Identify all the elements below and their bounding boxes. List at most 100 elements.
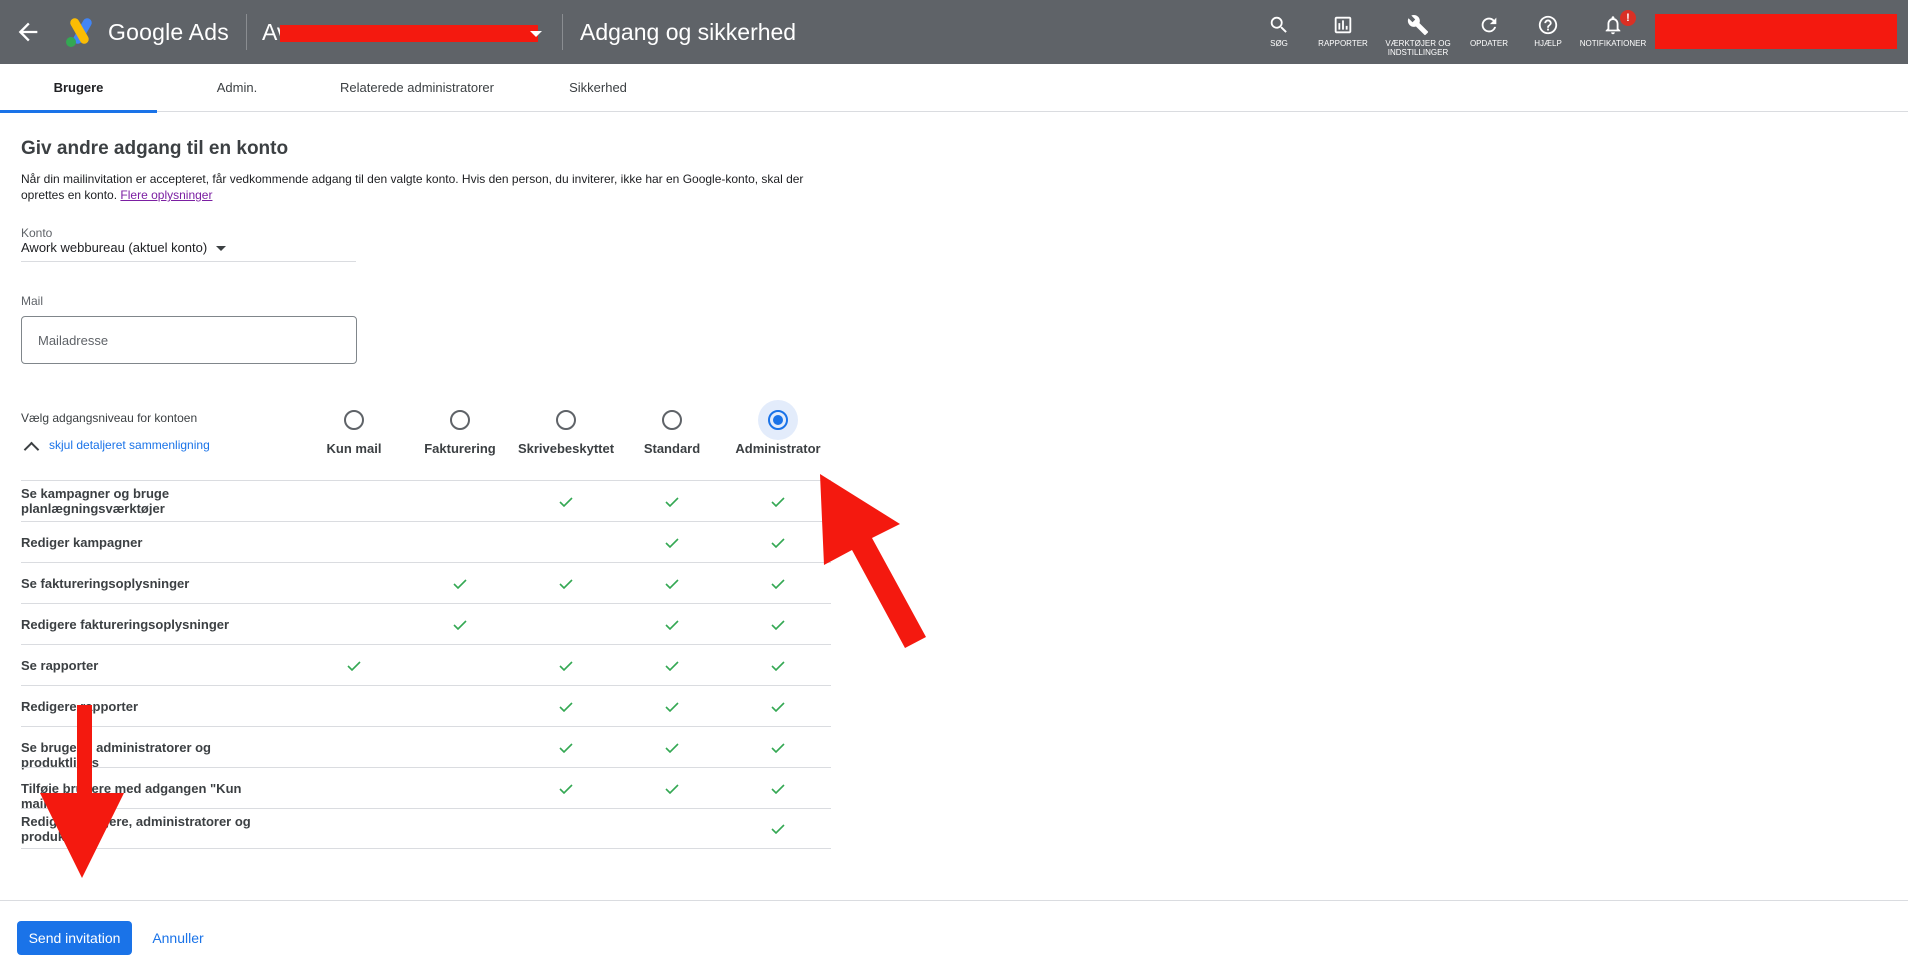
redacted-profile[interactable] — [1655, 14, 1897, 49]
check-icon — [771, 702, 785, 712]
permission-row: Redigere brugere, administratorer og pro… — [21, 808, 831, 848]
radio-read-only[interactable] — [556, 410, 576, 430]
permission-row: Se kampagner og bruge planlægningsværktø… — [21, 480, 831, 521]
help-icon — [1538, 15, 1558, 35]
more-info-link[interactable]: Flere oplysninger — [120, 188, 212, 202]
header-divider — [562, 14, 563, 50]
permission-label: Se faktureringsoplysninger — [21, 576, 190, 591]
check-icon — [771, 743, 785, 753]
notifications-button[interactable]: NOTIFIKATIONER ! — [1578, 10, 1648, 48]
check-icon — [771, 620, 785, 630]
radio-email-only[interactable] — [344, 410, 364, 430]
cancel-button[interactable]: Annuller — [140, 921, 216, 955]
google-ads-logo-icon — [66, 18, 92, 47]
check-icon — [559, 497, 573, 507]
permission-row: Redigere faktureringsoplysninger — [21, 603, 831, 644]
permission-row: Tilføje brugere med adgangen "Kun mail" — [21, 767, 831, 811]
permission-row: Redigere rapporter — [21, 685, 831, 726]
check-icon — [559, 784, 573, 794]
send-invitation-button[interactable]: Send invitation — [17, 921, 132, 955]
reports-icon — [1334, 16, 1352, 34]
wrench-icon — [1407, 15, 1429, 36]
check-icon — [771, 579, 785, 589]
radio-billing[interactable] — [450, 410, 470, 430]
tab-label: Sikkerhed — [569, 80, 627, 95]
comparison-toggle[interactable]: skjul detaljeret sammenligning — [21, 438, 210, 458]
footer-divider — [0, 900, 1908, 901]
check-icon — [665, 538, 679, 548]
check-icon — [559, 702, 573, 712]
check-icon — [771, 497, 785, 507]
radio-admin[interactable] — [768, 410, 788, 430]
reports-label: RAPPORTER — [1318, 39, 1368, 48]
check-icon — [453, 620, 467, 630]
dropdown-caret-icon — [530, 31, 542, 37]
check-icon — [771, 824, 785, 834]
check-icon — [559, 743, 573, 753]
check-icon — [665, 702, 679, 712]
permission-label: Redigere faktureringsoplysninger — [21, 617, 230, 632]
account-select[interactable]: Awork webbureau (aktuel konto) — [21, 240, 356, 262]
permission-row: Rediger kampagner — [21, 521, 831, 562]
section-heading: Giv andre adgang til en konto — [21, 138, 289, 159]
mail-label: Mail — [21, 294, 44, 308]
search-icon — [1270, 16, 1287, 33]
active-tab-indicator — [0, 110, 157, 113]
access-level-label-standard: Standard — [643, 441, 701, 456]
reports-button[interactable]: RAPPORTER — [1308, 10, 1378, 48]
check-icon — [665, 661, 679, 671]
tab-security[interactable]: Sikkerhed — [517, 64, 679, 112]
permission-row: Se brugere, administratorer og produktli… — [21, 726, 831, 770]
check-icon — [771, 784, 785, 794]
permission-label: Tilføje brugere med adgangen "Kun mail" — [21, 781, 242, 811]
permission-label: Redigere rapporter — [21, 699, 139, 714]
email-field[interactable] — [21, 316, 357, 364]
notification-badge: ! — [1620, 10, 1636, 26]
tab-label: Admin. — [216, 80, 258, 95]
help-button[interactable]: HJÆLP — [1513, 10, 1583, 48]
check-icon — [665, 743, 679, 753]
check-icon — [453, 579, 467, 589]
permission-row: Se faktureringsoplysninger — [21, 562, 831, 603]
search-button[interactable]: SØG — [1244, 10, 1314, 48]
tab-bar: Brugere Admin. Relaterede administratore… — [0, 64, 1908, 113]
tab-related-admins[interactable]: Relaterede administratorer — [317, 64, 517, 112]
access-level-label-email-only: Kun mail — [326, 441, 382, 456]
permission-label: Se kampagner og bruge planlægningsværktø… — [21, 486, 170, 516]
tools-settings-button[interactable]: VÆRKTØJER OG INDSTILLINGER — [1383, 10, 1453, 57]
header-divider — [246, 14, 247, 50]
account-label: Konto — [21, 226, 53, 240]
chevron-up-icon — [23, 441, 40, 458]
table-divider — [21, 848, 831, 849]
search-label: SØG — [1270, 39, 1288, 48]
check-icon — [771, 661, 785, 671]
page-title: Adgang og sikkerhed — [580, 19, 797, 45]
redacted-account-name — [280, 25, 538, 42]
brand-name: Google Ads — [108, 19, 229, 45]
account-switcher[interactable]: Av — [262, 19, 552, 49]
back-arrow-icon[interactable] — [14, 18, 42, 46]
permission-row: Se rapporter — [21, 644, 831, 685]
refresh-icon — [1481, 17, 1497, 33]
permission-label: Redigere brugere, administratorer og pro… — [21, 814, 251, 844]
access-level-label: Vælg adgangsniveau for kontoen — [21, 411, 198, 425]
annotation-arrow-up — [820, 474, 926, 648]
radio-standard[interactable] — [662, 410, 682, 430]
help-label: HJÆLP — [1534, 39, 1562, 48]
permission-label: Rediger kampagner — [21, 535, 143, 550]
tools-settings-label: VÆRKTØJER OG INDSTILLINGER — [1385, 39, 1451, 57]
tab-label: Relaterede administratorer — [340, 80, 494, 95]
tab-admin[interactable]: Admin. — [157, 64, 317, 112]
dropdown-caret-icon — [216, 246, 226, 251]
permission-label: Se rapporter — [21, 658, 99, 673]
tab-users[interactable]: Brugere — [0, 64, 157, 113]
check-icon — [665, 579, 679, 589]
access-level-label-billing: Fakturering — [424, 441, 496, 456]
top-bar: Google Ads Av Adgang og sikkerhed SØG RA… — [0, 0, 1908, 64]
check-icon — [559, 661, 573, 671]
comparison-toggle-label: skjul detaljeret sammenligning — [49, 438, 210, 452]
check-icon — [559, 579, 573, 589]
check-icon — [771, 538, 785, 548]
check-icon — [665, 497, 679, 507]
section-description: Når din mailinvitation er accepteret, få… — [21, 171, 821, 203]
